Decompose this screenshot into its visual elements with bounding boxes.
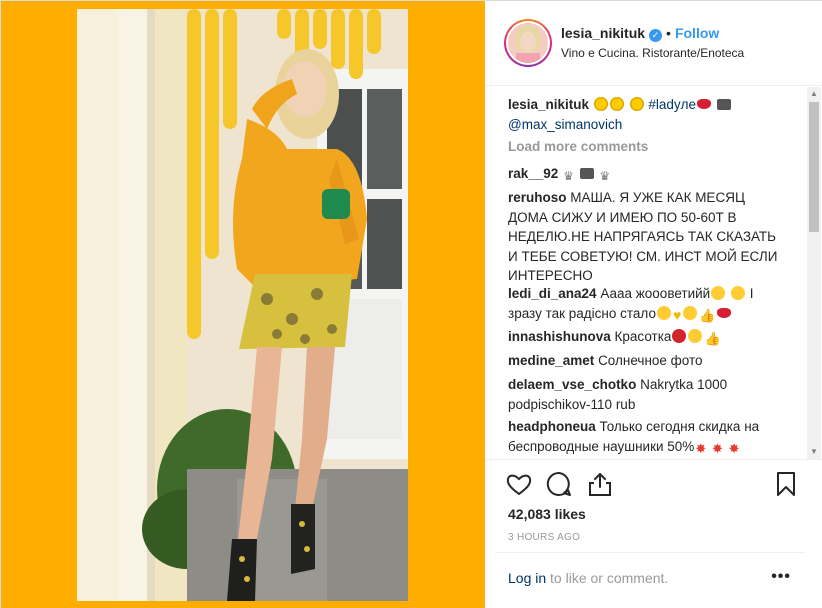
lips-emoji-icon [697,99,712,109]
location-link[interactable]: Vino e Cucina. Ristorante/Enoteca [561,46,744,60]
sun-emoji-icon [593,97,608,111]
smile-emoji-icon [683,305,698,320]
avatar[interactable] [504,19,552,67]
comment-item: innashishunova Красотка 👍 [508,327,782,349]
header-user-line: lesia_nikituk ✓ • Follow [561,25,719,42]
follow-button[interactable]: Follow [675,25,719,41]
crown-emoji-icon: ♛ [599,169,611,183]
likes-count[interactable]: 42,083 likes [508,506,586,522]
heart-eyes-emoji-icon [688,329,703,343]
comments-scrollbar[interactable]: ▲ ▼ [807,87,821,459]
yellow-heart-emoji-icon: ♥ [672,306,682,323]
camera-emoji-icon [579,168,594,179]
caption-mention[interactable]: @max_simanovich [508,117,622,132]
share-icon[interactable] [586,470,614,498]
comment-item: ledi_di_ana24 Аааа жоооветийй І зразу та… [508,284,782,325]
caption-username[interactable]: lesia_nikituk [508,97,589,112]
collision-emoji-icon: ✸ [695,440,707,456]
bookmark-icon[interactable] [772,470,800,498]
avatar-image [508,23,548,63]
comment-username[interactable]: headphoneua [508,419,596,434]
comment-item: delaem_vse_chotko Nakrytka 1000 podpisch… [508,375,782,414]
comment-username[interactable]: ledi_di_ana24 [508,286,597,301]
more-options-icon[interactable]: ••• [771,569,791,585]
heart-eyes-emoji-icon [730,286,745,300]
comment-item: rak__92 ♛ ♛ [508,164,782,187]
login-link[interactable]: Log in [508,570,546,586]
lips-emoji-icon [717,307,732,318]
comment-item: headphoneua Только сегодня скидка на бес… [508,417,782,458]
comment-username[interactable]: delaem_vse_chotko [508,377,636,392]
post-side-panel: lesia_nikituk ✓ • Follow Vino e Cucina. Ris… [485,1,822,608]
camera-emoji-icon [716,99,731,110]
comment-username[interactable]: medine_amet [508,353,594,368]
header-username[interactable]: lesia_nikituk [561,25,645,41]
collision-emoji-icon: ✸ [711,440,723,456]
comment-text: Аааа жоооветийй [600,286,711,301]
scroll-up-arrow-icon[interactable]: ▲ [807,87,821,101]
comments-list[interactable]: lesia_nikituk #ladyле @max_simanovich Lo… [485,87,822,459]
comment-username[interactable]: reruhoso [508,190,567,205]
sun-emoji-icon [629,97,644,111]
photo-illustration [77,9,408,601]
avatar-illustration [508,23,548,63]
collision-emoji-icon: ✸ [728,440,740,456]
crown-emoji-icon: ♛ [563,169,574,183]
comment-item: medine_amet Солнечное фото [508,351,782,371]
verified-badge-icon: ✓ [649,29,663,42]
rose-emoji-icon [672,329,687,343]
thumbs-up-emoji-icon: 👍 [699,307,716,323]
login-prompt: Log in to like or comment. [508,570,668,586]
post-timestamp[interactable]: 3 HOURS AGO [508,532,580,543]
sun-emoji-icon [609,97,624,111]
smile-emoji-icon [656,305,671,320]
header-separator: • [666,25,671,41]
caption: lesia_nikituk #ladyле @max_simanovich [508,95,782,134]
avatar-frame [506,21,550,65]
comment-icon[interactable] [545,470,573,498]
comment-username[interactable]: rak__92 [508,166,558,181]
scroll-down-arrow-icon[interactable]: ▼ [807,445,821,459]
post-media [1,1,485,608]
comment-username[interactable]: innashishunova [508,329,611,344]
post-photo[interactable] [77,9,408,601]
comment-text: Солнечное фото [598,353,703,368]
login-prompt-text: to like or comment. [546,570,669,586]
caption-hashtag[interactable]: #ladyле [648,97,696,112]
instagram-post-window: lesia_nikituk ✓ • Follow Vino e Cucina. Ris… [0,0,822,608]
divider [495,552,805,553]
heart-eyes-emoji-icon [711,286,726,300]
comment-item: reruhoso МАША. Я УЖЕ КАК МЕСЯЦ ДОМА СИЖУ… [508,188,782,286]
heart-icon[interactable] [505,470,533,498]
comment-text: Красотка [614,329,672,344]
thumbs-up-emoji-icon: 👍 [704,331,721,346]
scroll-thumb[interactable] [809,102,819,232]
load-more-comments-button[interactable]: Load more comments [508,139,648,154]
post-header: lesia_nikituk ✓ • Follow Vino e Cucina. Ris… [485,1,822,86]
post-actions-section: 42,083 likes 3 HOURS AGO Log in to like … [485,459,822,608]
